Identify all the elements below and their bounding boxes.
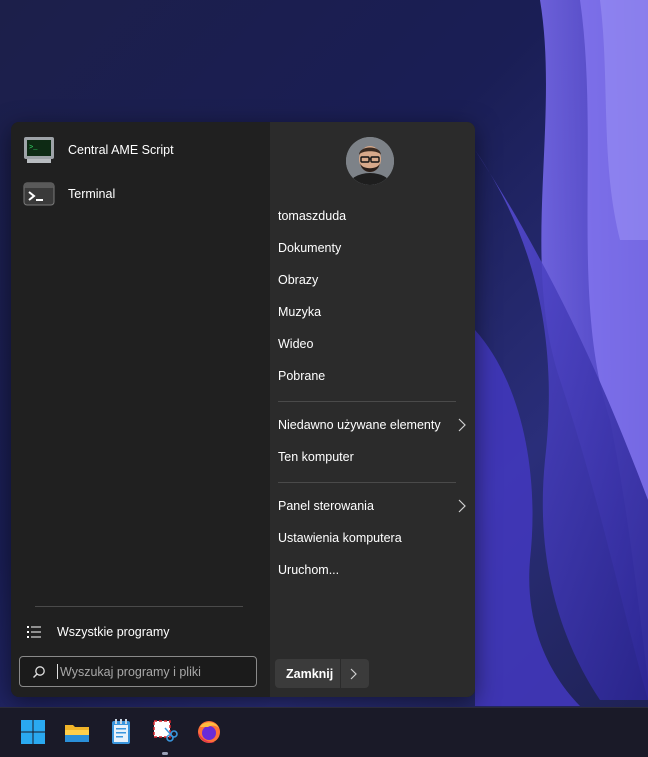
shutdown-button[interactable]: Zamknij — [275, 659, 369, 688]
chevron-right-icon — [458, 418, 466, 432]
menu-item-label: Uruchom... — [278, 563, 340, 577]
pinned-item-label: Terminal — [68, 187, 116, 201]
divider — [340, 659, 341, 688]
chevron-right-icon — [458, 499, 466, 513]
monitor-green-icon: >_ — [23, 136, 55, 164]
menu-item-label: Muzyka — [278, 305, 322, 319]
divider — [35, 606, 243, 607]
chevron-right-icon[interactable] — [350, 668, 358, 680]
menu-item-pictures[interactable]: Obrazy — [278, 270, 458, 290]
menu-item-label: Ustawienia komputera — [278, 531, 402, 545]
search-icon — [33, 665, 45, 678]
firefox-icon[interactable] — [195, 718, 223, 746]
menu-item-videos[interactable]: Wideo — [278, 334, 458, 354]
notepad-icon[interactable] — [107, 718, 135, 746]
search-field[interactable] — [19, 656, 257, 687]
menu-item-this-pc[interactable]: Ten komputer — [278, 447, 458, 467]
menu-item-label: Dokumenty — [278, 241, 342, 255]
menu-item-control-panel[interactable]: Panel sterowania — [278, 496, 466, 516]
menu-item-label: Wideo — [278, 337, 314, 351]
terminal-icon — [23, 180, 55, 208]
start-left-pane: >_ Central AME Script Terminal Wszystkie… — [11, 122, 270, 697]
running-indicator — [162, 752, 168, 755]
menu-item-label: Pobrane — [278, 369, 326, 383]
start-right-pane: tomaszduda Dokumenty Obrazy Muzyka Wideo… — [270, 122, 475, 697]
file-explorer-icon[interactable] — [63, 718, 91, 746]
user-name-link[interactable]: tomaszduda — [278, 206, 458, 226]
divider — [278, 401, 456, 402]
menu-item-recent-items[interactable]: Niedawno używane elementy — [278, 415, 466, 435]
menu-item-label: Niedawno używane elementy — [278, 418, 441, 432]
taskbar — [0, 707, 648, 757]
windows-start-icon[interactable] — [19, 718, 47, 746]
list-icon — [27, 626, 41, 638]
menu-item-label: Obrazy — [278, 273, 319, 287]
pinned-item-terminal[interactable]: Terminal — [19, 174, 259, 214]
menu-item-label: Ten komputer — [278, 450, 354, 464]
all-programs-label: Wszystkie programy — [57, 625, 170, 639]
menu-item-label: Panel sterowania — [278, 499, 374, 513]
menu-item-downloads[interactable]: Pobrane — [278, 366, 458, 386]
all-programs-button[interactable]: Wszystkie programy — [27, 618, 247, 646]
menu-item-run[interactable]: Uruchom... — [278, 560, 458, 580]
pinned-item-central-ame-script[interactable]: >_ Central AME Script — [19, 130, 259, 170]
snipping-tool-icon[interactable] — [151, 718, 179, 746]
menu-item-pc-settings[interactable]: Ustawienia komputera — [278, 528, 458, 548]
svg-text:>_: >_ — [29, 144, 38, 152]
shutdown-label: Zamknij — [286, 666, 334, 681]
menu-item-music[interactable]: Muzyka — [278, 302, 458, 322]
search-input[interactable] — [58, 664, 250, 679]
divider — [278, 482, 456, 483]
start-menu: >_ Central AME Script Terminal Wszystkie… — [11, 122, 475, 697]
menu-item-documents[interactable]: Dokumenty — [278, 238, 458, 258]
avatar[interactable] — [346, 137, 394, 185]
pinned-item-label: Central AME Script — [68, 143, 174, 157]
